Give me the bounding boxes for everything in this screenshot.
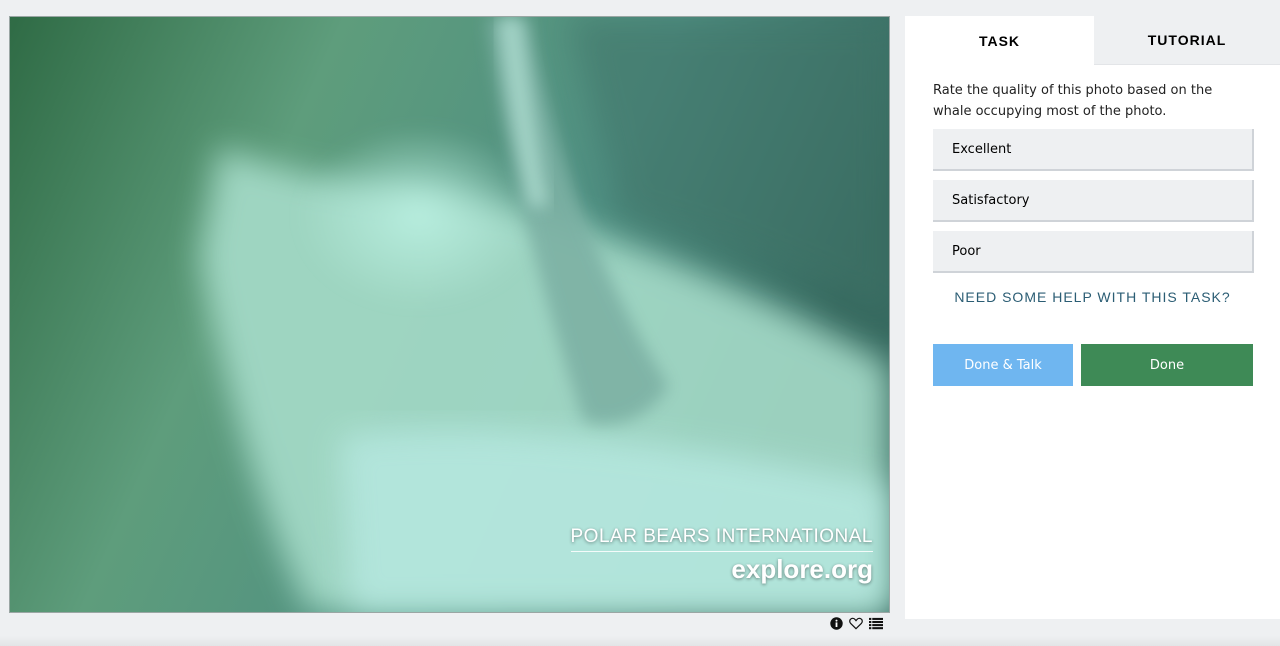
done-and-talk-button[interactable]: Done & Talk [933, 344, 1073, 386]
watermark-site: explore.org [731, 554, 873, 584]
subject-image [10, 17, 889, 612]
heart-icon[interactable] [849, 616, 863, 630]
task-tabs: TASK TUTORIAL [905, 16, 1280, 65]
done-button[interactable]: Done [1081, 344, 1253, 386]
subject-meta-tools [829, 614, 883, 632]
answer-satisfactory[interactable]: Satisfactory [933, 180, 1254, 222]
task-panel: TASK TUTORIAL Rate the quality of this p… [905, 16, 1280, 619]
tab-task[interactable]: TASK [905, 16, 1094, 65]
watermark: POLAR BEARS INTERNATIONAL explore.org [570, 526, 873, 584]
answer-poor[interactable]: Poor [933, 231, 1254, 273]
collection-list-icon[interactable] [869, 616, 883, 630]
page-footer-shadow [0, 636, 1280, 646]
task-question: Rate the quality of this photo based on … [933, 83, 1213, 119]
task-help-link[interactable]: NEED SOME HELP WITH THIS TASK? [905, 289, 1280, 305]
answer-excellent[interactable]: Excellent [933, 129, 1254, 171]
task-actions: Done & Talk Done [933, 344, 1253, 386]
tab-tutorial[interactable]: TUTORIAL [1094, 16, 1280, 65]
info-icon[interactable] [829, 616, 843, 630]
subject-viewer[interactable]: POLAR BEARS INTERNATIONAL explore.org [9, 16, 890, 613]
answer-list: Excellent Satisfactory Poor [933, 129, 1254, 273]
watermark-organization: POLAR BEARS INTERNATIONAL [570, 526, 873, 552]
